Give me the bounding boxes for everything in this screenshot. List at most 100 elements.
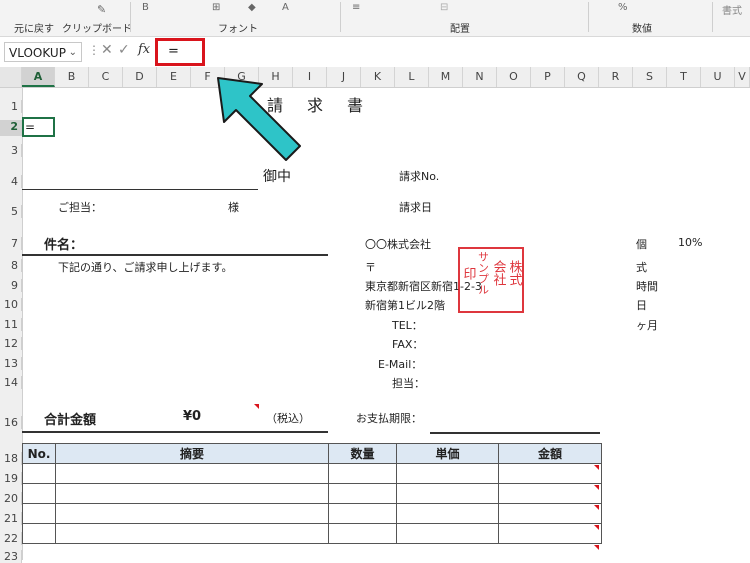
column-header[interactable]: O [497,67,531,87]
tel-label: TEL： [392,319,423,332]
row-header[interactable]: 16 [0,416,22,429]
align-icon[interactable]: ≡ [352,2,360,13]
table-cell[interactable] [22,503,56,524]
format-painter-icon[interactable]: ✎ [97,3,106,16]
table-cell[interactable] [55,503,329,524]
chevron-down-icon[interactable]: ⌄ [69,43,77,63]
unit-kagetsu: ヶ月 [636,319,658,332]
style-group-label[interactable]: 書式 [722,2,742,17]
clipboard-group-label: クリップボード [62,24,132,35]
row-header[interactable]: 22 [0,532,22,545]
table-cell[interactable] [22,483,56,504]
formula-input[interactable]: = [155,38,205,66]
table-header-cell: 摘要 [55,443,329,464]
row-header[interactable]: 7 [0,237,22,250]
column-header[interactable]: E [157,67,191,87]
row-header[interactable]: 12 [0,337,22,350]
font-color-icon[interactable]: A [282,2,289,13]
select-all-corner[interactable] [0,67,22,87]
active-cell[interactable]: = [22,117,55,137]
table-cell[interactable] [498,483,602,504]
table-cell[interactable] [55,463,329,484]
unit-jikan: 時間 [636,280,658,293]
column-header[interactable]: B [55,67,89,87]
table-cell[interactable] [396,523,499,544]
more-options-icon[interactable]: ⋮ [88,43,100,57]
table-cell[interactable] [396,483,499,504]
unit-ko: 個 [636,238,647,251]
recipient-underline [22,189,258,190]
percent-icon[interactable]: % [618,2,628,13]
column-header[interactable]: R [599,67,633,87]
row-header[interactable]: 18 [0,452,22,465]
comment-indicator [594,465,599,470]
table-cell[interactable] [328,523,397,544]
row-header[interactable]: 23 [0,550,22,563]
enter-icon[interactable]: ✓ [118,42,130,58]
column-header[interactable]: L [395,67,429,87]
ribbon-separator [130,2,131,32]
font-group-label: フォント [218,24,258,35]
table-cell[interactable] [328,463,397,484]
name-box[interactable]: VLOOKUP ⌄ [4,42,82,62]
row-header[interactable]: 1 [0,100,22,113]
bold-icon[interactable]: B [142,2,149,13]
table-cell[interactable] [55,483,329,504]
table-cell[interactable] [22,463,56,484]
table-cell[interactable] [55,523,329,544]
column-header[interactable]: P [531,67,565,87]
table-cell[interactable] [22,523,56,544]
column-header[interactable]: A [22,67,55,87]
table-cell[interactable] [396,463,499,484]
comment-indicator [254,404,259,409]
column-header[interactable]: K [361,67,395,87]
undo-group-label[interactable]: 元に戻す [14,20,54,35]
row-header[interactable]: 2 [0,120,22,136]
stamp-line: サンプル [476,251,490,295]
column-header[interactable]: V [735,67,750,87]
fill-color-icon[interactable]: ◆ [248,2,256,13]
row-header[interactable]: 9 [0,279,22,292]
formula-bar: VLOOKUP ⌄ ⋮ ✕ ✓ fx = [0,37,750,68]
total-label: 合計金額 [44,413,97,428]
row-header[interactable]: 10 [0,298,22,311]
table-cell[interactable] [396,503,499,524]
column-header[interactable]: D [123,67,157,87]
row-header[interactable]: 13 [0,357,22,370]
table-cell[interactable] [328,503,397,524]
row-header[interactable]: 21 [0,512,22,525]
insert-function-icon[interactable]: fx [138,42,150,57]
table-header-cell: 単価 [396,443,499,464]
tax-rate: 10% [678,236,703,249]
tax-included-note: （税込） [266,412,310,425]
table-row [22,503,602,524]
active-cell-value: = [25,120,36,134]
comment-indicator [594,525,599,530]
table-header-row: No. 摘要 数量 単価 金額 [22,443,602,464]
column-header[interactable]: U [701,67,735,87]
row-header[interactable]: 20 [0,492,22,505]
row-header[interactable]: 3 [0,144,22,157]
row-header[interactable]: 14 [0,376,22,389]
row-header[interactable]: 4 [0,175,22,188]
column-header[interactable]: J [327,67,361,87]
column-header[interactable]: C [89,67,123,87]
row-header[interactable]: 11 [0,318,22,331]
ribbon-separator [712,2,713,32]
table-cell[interactable] [328,483,397,504]
row-header[interactable]: 5 [0,205,22,218]
row-header[interactable]: 19 [0,472,22,485]
row-header[interactable]: 8 [0,259,22,272]
cancel-icon[interactable]: ✕ [101,42,113,58]
table-cell[interactable] [498,523,602,544]
table-cell[interactable] [498,503,602,524]
border-icon[interactable]: ⊞ [212,2,220,13]
column-header[interactable]: Q [565,67,599,87]
invoice-date-label: 請求日 [399,201,432,214]
column-header[interactable]: T [667,67,701,87]
table-cell[interactable] [498,463,602,484]
merge-center-icon[interactable]: ⊟ [440,2,448,13]
column-header[interactable]: N [463,67,497,87]
column-header[interactable]: M [429,67,463,87]
column-header[interactable]: S [633,67,667,87]
